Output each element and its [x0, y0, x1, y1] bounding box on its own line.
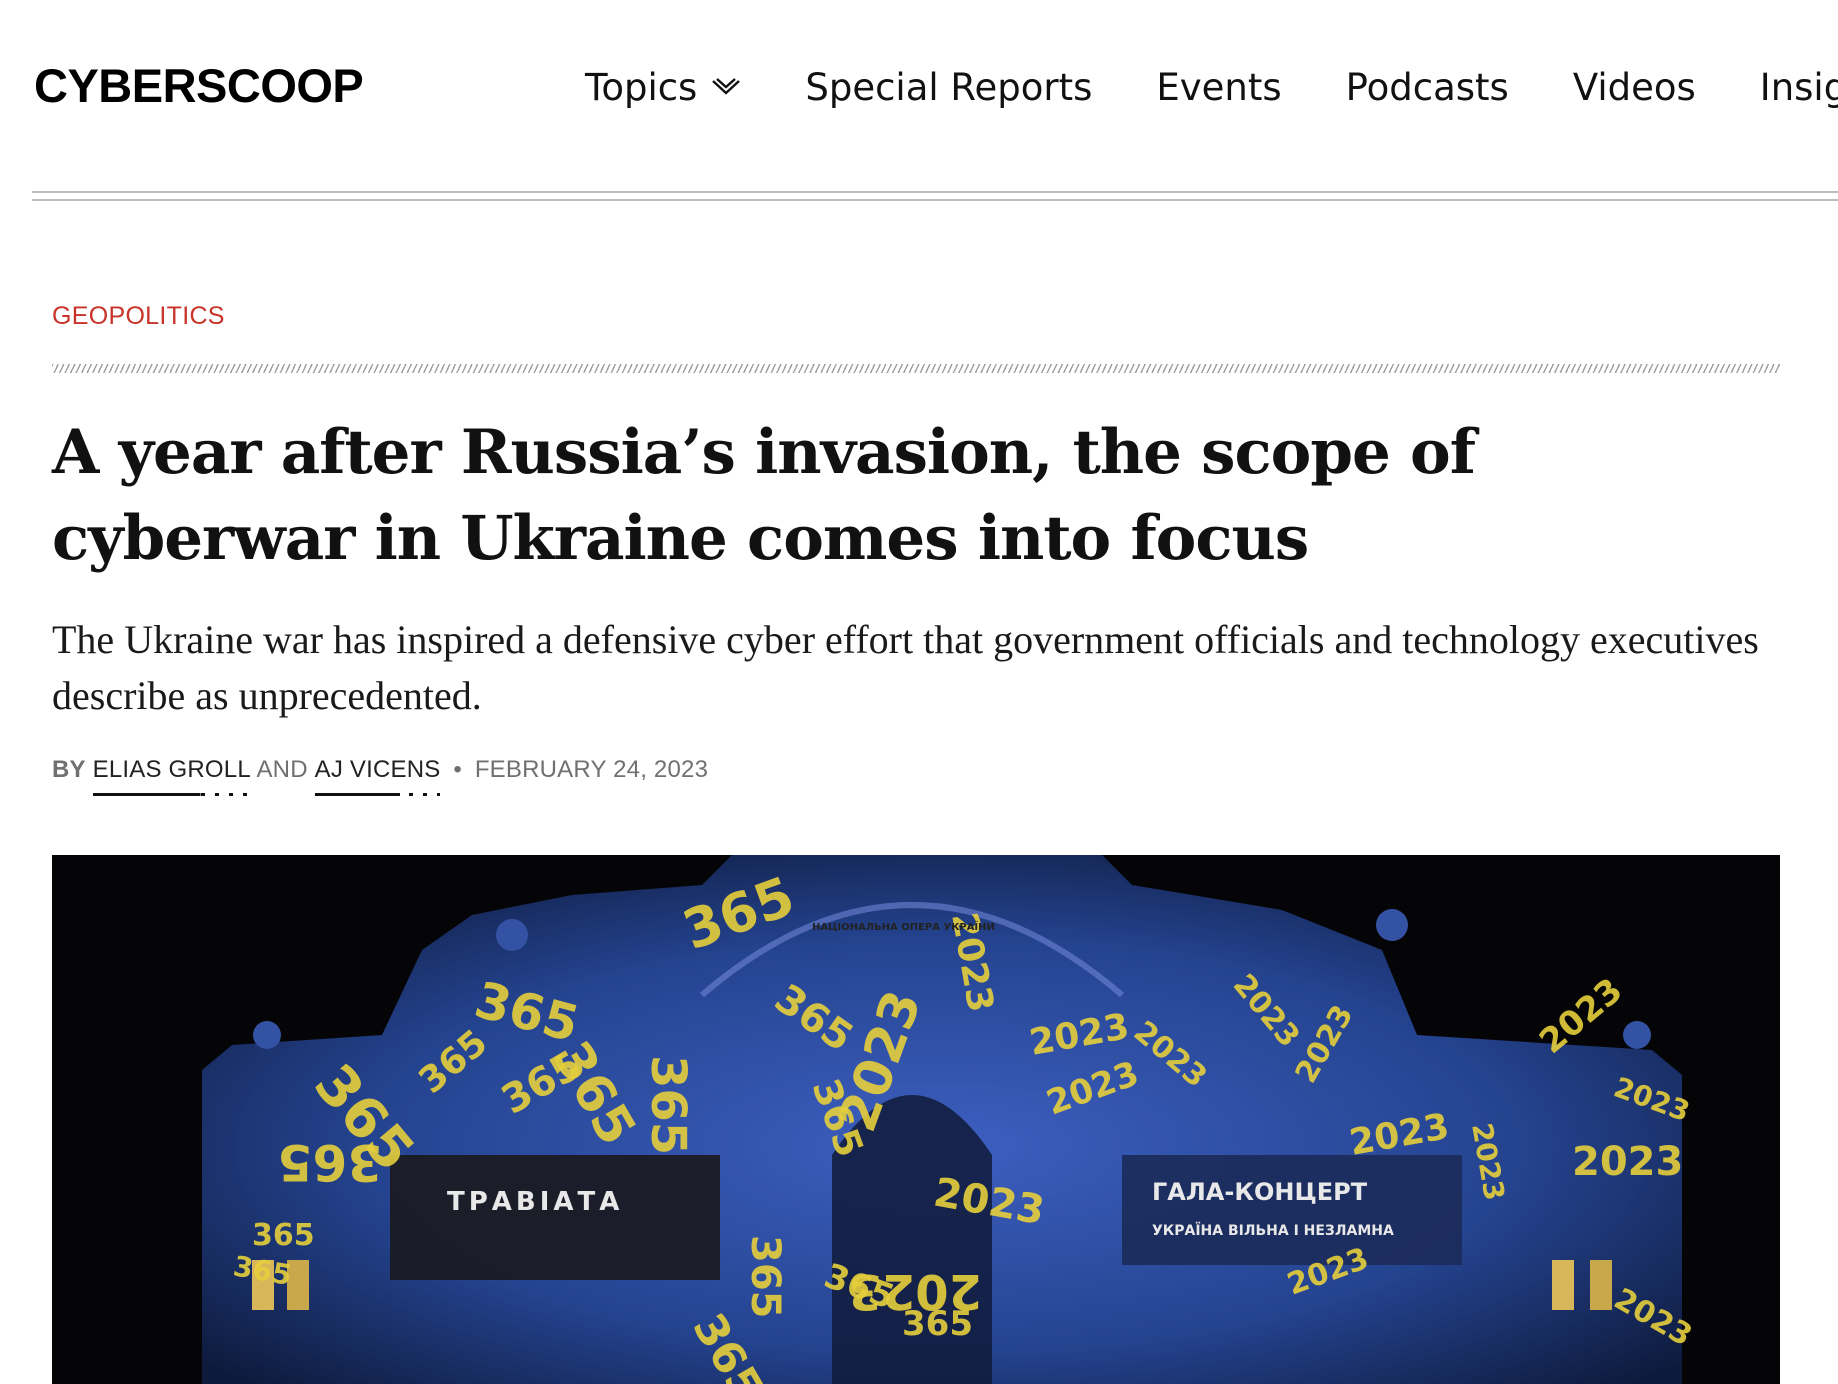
nav-videos[interactable]: Videos	[1573, 62, 1696, 112]
projected-number: 365	[640, 1055, 696, 1155]
projected-number: 2023	[1572, 1139, 1683, 1185]
site-logo[interactable]: CYBERSCOOP	[34, 58, 364, 113]
svg-text:ГАЛА-КОНЦЕРТ: ГАЛА-КОНЦЕРТ	[1152, 1178, 1368, 1206]
category-link[interactable]: GEOPOLITICS	[52, 302, 225, 331]
hatched-divider	[52, 364, 1780, 373]
svg-text:УКРАЇНА ВІЛЬНА І НЕЗЛАМНА: УКРАЇНА ВІЛЬНА І НЕЗЛАМНА	[1152, 1222, 1394, 1239]
chevron-down-icon	[712, 78, 741, 95]
nav-topics-label: Topics	[585, 65, 698, 109]
publish-date: FEBRUARY 24, 2023	[474, 756, 709, 783]
svg-text:ТРАВІАТА: ТРАВІАТА	[447, 1187, 623, 1217]
nav-special-reports[interactable]: Special Reports	[805, 62, 1092, 112]
svg-text:НАЦІОНАЛЬНА ОПЕРА УКРАЇНИ: НАЦІОНАЛЬНА ОПЕРА УКРАЇНИ	[812, 919, 995, 933]
byline-prefix: BY	[52, 756, 86, 783]
article-dek: The Ukraine war has inspired a defensive…	[52, 617, 1759, 718]
main-nav: Topics Special Reports Events Podcasts V…	[585, 62, 1838, 112]
byline-separator: •	[453, 756, 462, 783]
opera-house-photo: 365365365 3652023202320232023202320232023…	[52, 855, 1780, 1384]
projected-number: 365	[742, 1235, 788, 1319]
hero-image: 365 365 365 365 2023 2023 2023 2023 2023 2023 2023…	[52, 855, 1780, 1384]
author-link[interactable]: AJ VICENS	[314, 756, 441, 796]
byline: BY ELIAS GROLL AND AJ VICENS • FEBRUARY …	[52, 756, 709, 796]
author-link[interactable]: ELIAS GROLL	[92, 756, 252, 796]
nav-events[interactable]: Events	[1156, 62, 1281, 112]
projected-number: 365	[252, 1218, 315, 1253]
byline-and: AND	[256, 756, 308, 783]
nav-topics[interactable]: Topics	[585, 62, 741, 112]
header-divider	[32, 199, 1838, 201]
nav-insights[interactable]: Insig	[1760, 62, 1838, 112]
projected-number: 365	[278, 1133, 382, 1191]
nav-podcasts[interactable]: Podcasts	[1346, 62, 1509, 112]
projected-number: 365	[902, 1304, 973, 1344]
article-headline: A year after Russia’s invasion, the scop…	[52, 417, 1476, 574]
header-divider	[32, 191, 1838, 193]
site-header: CYBERSCOOP Topics Special Reports Events…	[0, 0, 1838, 201]
